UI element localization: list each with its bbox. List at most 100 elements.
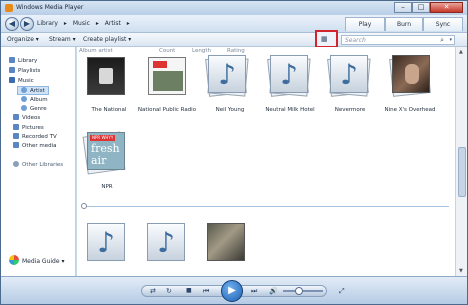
video-icon (13, 114, 19, 120)
minimize-button[interactable]: – (394, 2, 412, 13)
music-note-icon: ♪ (330, 55, 368, 93)
artist-tile-nine-xs-overhead[interactable] (389, 55, 435, 101)
sidebar-label: Genre (30, 106, 47, 112)
sidebar-item-videos[interactable]: Videos (13, 114, 40, 121)
breadcrumb-artist[interactable]: Artist (105, 20, 121, 27)
breadcrumb-sep: ▸ (126, 20, 130, 27)
sidebar-label: Other Libraries (22, 162, 64, 168)
scroll-down-icon[interactable]: ▼ (459, 268, 463, 274)
media-guide-button[interactable]: Media Guide ▾ (9, 255, 64, 265)
genre-icon (21, 105, 27, 111)
album-art (148, 57, 186, 95)
vertical-scrollbar[interactable]: ▲ ▼ (455, 47, 467, 276)
view-options-button[interactable]: ▦ (315, 30, 338, 48)
tab-sync[interactable]: Sync (423, 17, 463, 31)
album-tile[interactable]: ♪ (87, 223, 133, 269)
stream-menu[interactable]: Stream ▾ (49, 36, 76, 43)
media-guide-label: Media Guide ▾ (22, 258, 65, 265)
breadcrumb: Library ▸ Music ▸ Artist ▸ (37, 20, 134, 27)
group-divider (87, 206, 449, 207)
sidebar-item-library[interactable]: Library (9, 57, 37, 64)
album-art (392, 55, 430, 93)
picture-icon (13, 124, 19, 130)
other-libraries-icon (13, 161, 19, 167)
title-bar: Windows Media Player – □ ✕ (1, 1, 467, 15)
library-icon (9, 57, 15, 63)
npr-logo-icon (153, 61, 167, 68)
search-placeholder: Search (345, 37, 366, 44)
artist-caption[interactable]: National Public Radio (131, 107, 203, 113)
sidebar-item-recorded-tv[interactable]: Recorded TV (13, 133, 57, 140)
breadcrumb-music[interactable]: Music (73, 20, 90, 27)
app-icon (5, 4, 13, 12)
previous-icon[interactable]: ⏮ (203, 286, 209, 296)
playback-controls: ⇄ ↻ ■ ⏮ ▶ ⏭ 🔊 ⤢ (1, 276, 467, 304)
sidebar-label: Other media (22, 143, 57, 149)
volume-knob[interactable] (295, 287, 303, 295)
sidebar-item-genre[interactable]: Genre (21, 105, 47, 112)
maximize-button[interactable]: □ (412, 2, 430, 13)
music-icon (9, 77, 15, 83)
sidebar-label: Playlists (18, 68, 41, 74)
planet-money-art (153, 71, 183, 91)
sidebar-label: Pictures (22, 125, 44, 131)
search-dropdown-icon[interactable]: ▾ (449, 37, 452, 43)
artist-icon (21, 87, 27, 93)
search-icon[interactable]: ⌕ (440, 36, 444, 45)
sidebar-item-other-media[interactable]: Other media (13, 142, 57, 149)
next-icon[interactable]: ⏭ (251, 286, 257, 296)
breadcrumb-sep: ▸ (63, 20, 67, 27)
navigation-pane: Library Playlists Music Artist Album Gen… (1, 47, 76, 276)
play-button[interactable]: ▶ (221, 280, 243, 302)
sidebar-label: Music (18, 78, 34, 84)
sidebar-item-playlists[interactable]: Playlists (9, 67, 40, 74)
view-grid-icon: ▦ (321, 35, 328, 43)
artist-caption[interactable]: NPR (71, 184, 143, 190)
artist-tile-neil-young[interactable]: ♪ (205, 55, 251, 101)
breadcrumb-library[interactable]: Library (37, 20, 58, 27)
organize-menu[interactable]: Organize ▾ (7, 36, 39, 43)
sidebar-item-pictures[interactable]: Pictures (13, 124, 44, 131)
sidebar-item-music[interactable]: Music (9, 77, 34, 84)
sidebar-label: Artist (30, 88, 45, 94)
music-note-icon: ♪ (270, 55, 308, 93)
other-media-icon (13, 142, 19, 148)
column-count[interactable]: Count (159, 47, 175, 57)
sidebar-item-album[interactable]: Album (21, 96, 48, 103)
mute-icon[interactable]: 🔊 (269, 286, 278, 296)
sidebar-item-other-libraries[interactable]: Other Libraries (13, 161, 63, 168)
artist-tile-npr[interactable]: NPR WHYY fresh air (82, 131, 129, 177)
tab-play[interactable]: Play (345, 17, 385, 31)
switch-to-now-playing-icon[interactable]: ⤢ (339, 286, 345, 296)
globe-icon (9, 255, 19, 265)
create-playlist-menu[interactable]: Create playlist ▾ (83, 36, 131, 43)
music-note-icon: ♪ (147, 223, 185, 261)
shuffle-icon[interactable]: ⇄ (150, 286, 156, 296)
volume-slider[interactable] (283, 290, 323, 292)
sidebar-item-artist[interactable]: Artist (17, 86, 49, 95)
sidebar-label: Library (18, 58, 38, 64)
music-note-icon: ♪ (87, 223, 125, 261)
album-tile[interactable] (207, 223, 253, 269)
tv-icon (13, 133, 19, 139)
artist-tile-the-national[interactable] (83, 57, 129, 103)
forward-button[interactable]: ▶ (20, 17, 34, 31)
back-button[interactable]: ◀ (5, 17, 19, 31)
artist-tile-neutral-milk-hotel[interactable]: ♪ (267, 55, 313, 101)
stop-icon[interactable]: ■ (186, 286, 192, 296)
sidebar-label: Recorded TV (22, 134, 57, 140)
scroll-up-icon[interactable]: ▲ (459, 49, 463, 55)
album-tile[interactable]: ♪ (147, 223, 193, 269)
close-button[interactable]: ✕ (430, 2, 463, 13)
tab-burn[interactable]: Burn (385, 17, 423, 31)
search-box[interactable]: Search ⌕ ▾ (341, 35, 455, 45)
repeat-icon[interactable]: ↻ (166, 286, 172, 296)
artist-tile-npr-radio[interactable] (144, 57, 190, 103)
column-album-artist[interactable]: Album artist (79, 47, 113, 57)
artist-tile-nevermore[interactable]: ♪ (327, 55, 373, 101)
scroll-thumb[interactable] (458, 147, 466, 197)
sidebar-label: Videos (22, 115, 41, 121)
npr-badge: NPR WHYY (90, 135, 116, 141)
artist-caption[interactable]: Nine X's Overhead (374, 107, 446, 113)
breadcrumb-sep: ▸ (95, 20, 99, 27)
